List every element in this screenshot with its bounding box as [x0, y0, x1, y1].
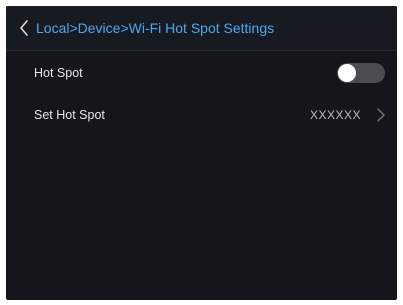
hot-spot-label: Hot Spot — [34, 66, 83, 80]
settings-screen: Local>Device>Wi-Fi Hot Spot Settings Hot… — [6, 6, 397, 300]
chevron-left-icon[interactable] — [14, 18, 34, 38]
setting-row-hot-spot: Hot Spot — [6, 53, 397, 93]
header-bar: Local>Device>Wi-Fi Hot Spot Settings — [6, 6, 397, 51]
setting-row-set-hot-spot[interactable]: Set Hot Spot XXXXXX — [6, 95, 397, 135]
hot-spot-toggle[interactable] — [337, 63, 385, 83]
set-hot-spot-value: XXXXXX — [309, 108, 361, 122]
set-hot-spot-right: XXXXXX — [310, 107, 387, 123]
toggle-knob — [338, 64, 356, 82]
breadcrumb[interactable]: Local>Device>Wi-Fi Hot Spot Settings — [36, 20, 274, 36]
chevron-right-icon[interactable] — [375, 107, 387, 123]
set-hot-spot-label: Set Hot Spot — [34, 108, 105, 122]
